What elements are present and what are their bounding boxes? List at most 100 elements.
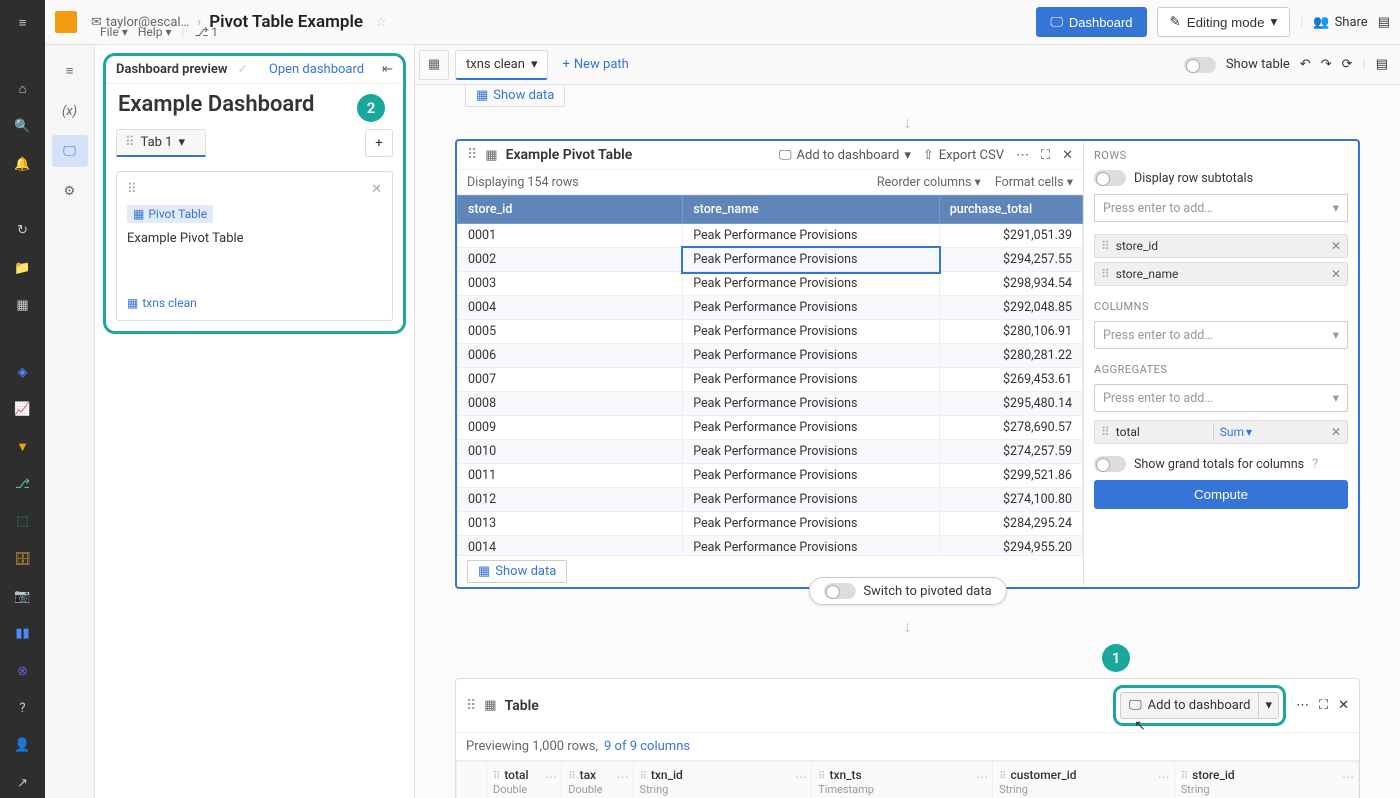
- table-row[interactable]: 0005Peak Performance Provisions$280,106.…: [458, 320, 1083, 344]
- panel-toggle-icon[interactable]: ▤: [1376, 57, 1388, 72]
- layout-icon[interactable]: ▦: [5, 291, 41, 320]
- star-icon[interactable]: ☆: [375, 15, 387, 30]
- columns-count-link[interactable]: 9 of 9 columns: [604, 739, 690, 754]
- table-row[interactable]: 0008Peak Performance Provisions$295,480.…: [458, 392, 1083, 416]
- widget-card[interactable]: ⠿ ✕ ▦Pivot Table Example Pivot Table ▦tx…: [116, 171, 393, 321]
- new-path-button[interactable]: +New path: [554, 53, 636, 76]
- share-button[interactable]: 👥Share: [1313, 15, 1367, 30]
- table-row[interactable]: 0001Peak Performance Provisions$291,051.…: [458, 224, 1083, 248]
- row-field-chip[interactable]: ⠿store_name✕: [1094, 262, 1348, 286]
- table-row[interactable]: 0006Peak Performance Provisions$280,281.…: [458, 344, 1083, 368]
- row-field-chip[interactable]: ⠿store_id✕: [1094, 234, 1348, 258]
- branch-icon[interactable]: ⎇: [5, 470, 41, 499]
- app-logo[interactable]: [55, 11, 77, 33]
- variable-icon[interactable]: (x): [52, 95, 88, 127]
- export-csv-link[interactable]: ⇧Export CSV: [923, 148, 1004, 163]
- remove-chip-icon[interactable]: ✕: [1331, 239, 1341, 253]
- widget-source[interactable]: ▦txns clean: [127, 296, 382, 310]
- camera-icon[interactable]: 📷: [5, 582, 41, 611]
- list-icon[interactable]: ≡: [52, 55, 88, 87]
- help-menu[interactable]: Help ▾: [138, 25, 172, 39]
- redo-icon[interactable]: ↷: [1321, 57, 1332, 72]
- chart-icon[interactable]: 📈: [5, 395, 41, 424]
- row-subtotals-toggle[interactable]: [1094, 170, 1126, 186]
- home-icon[interactable]: ⌂: [5, 75, 41, 104]
- file-menu[interactable]: File ▾: [100, 25, 128, 39]
- add-tab-button[interactable]: +: [365, 129, 393, 157]
- show-data-button[interactable]: ▦Show data: [467, 560, 567, 583]
- database-icon[interactable]: 🗄: [5, 544, 41, 573]
- editing-mode-button[interactable]: ✎Editing mode▾: [1157, 7, 1291, 37]
- preview-data-table[interactable]: ⠿totalDouble⋯⠿taxDouble⋯⠿txn_idString⋯⠿t…: [456, 761, 1359, 798]
- share-arrow-icon[interactable]: ↗: [5, 769, 41, 798]
- table-row[interactable]: 0002Peak Performance Provisions$294,257.…: [458, 248, 1083, 272]
- add-to-dashboard-dropdown[interactable]: ▾: [1259, 692, 1279, 719]
- tab-1[interactable]: ⠿ Tab 1 ▾: [116, 129, 206, 157]
- table-row[interactable]: 0009Peak Performance Provisions$278,690.…: [458, 416, 1083, 440]
- switch-pivoted-toggle-switch[interactable]: [823, 583, 855, 599]
- dashboard-view-icon[interactable]: 🖵: [52, 135, 88, 167]
- column-header[interactable]: store_name: [683, 196, 939, 224]
- table-row[interactable]: 0003Peak Performance Provisions$298,934.…: [458, 272, 1083, 296]
- drag-handle-icon[interactable]: ⠿: [466, 698, 476, 714]
- table-row[interactable]: 0010Peak Performance Provisions$274,257.…: [458, 440, 1083, 464]
- switch-pivoted-toggle[interactable]: Switch to pivoted data: [808, 577, 1006, 605]
- remove-chip-icon[interactable]: ✕: [1331, 425, 1341, 439]
- grand-totals-toggle[interactable]: [1094, 456, 1126, 472]
- rows-add-input[interactable]: Press enter to add…▾: [1094, 194, 1348, 222]
- more-icon[interactable]: ⋯: [1016, 148, 1029, 163]
- bell-icon[interactable]: 🔔: [5, 149, 41, 178]
- format-cells-link[interactable]: Format cells ▾: [995, 174, 1073, 190]
- remove-chip-icon[interactable]: ✕: [1331, 267, 1341, 281]
- table-row[interactable]: 0013Peak Performance Provisions$284,295.…: [458, 512, 1083, 536]
- column-header[interactable]: ⠿taxDouble⋯: [562, 762, 633, 798]
- help-icon[interactable]: ?: [1312, 457, 1318, 472]
- column-header[interactable]: purchase_total: [939, 196, 1082, 224]
- columns-add-input[interactable]: Press enter to add…▾: [1094, 321, 1348, 349]
- funnel-icon[interactable]: ▼: [5, 432, 41, 461]
- settings-icon[interactable]: ⚙: [52, 175, 88, 207]
- more-icon[interactable]: ⋯: [1296, 698, 1309, 713]
- aggregate-chip[interactable]: ⠿ total Sum ▾ ✕: [1094, 420, 1348, 444]
- expand-icon[interactable]: ⛶: [1041, 148, 1050, 163]
- help-icon[interactable]: ?: [5, 694, 41, 723]
- collapse-icon[interactable]: ⇤: [382, 62, 393, 77]
- column-header[interactable]: ⠿txn_tsTimestamp⋯: [812, 762, 993, 798]
- search-icon[interactable]: 🔍: [5, 112, 41, 141]
- table-row[interactable]: 0011Peak Performance Provisions$299,521.…: [458, 464, 1083, 488]
- pivot-data-table[interactable]: store_idstore_namepurchase_total 0001Pea…: [457, 195, 1083, 555]
- history-icon[interactable]: ↻: [5, 216, 41, 245]
- table-row[interactable]: 0004Peak Performance Provisions$292,048.…: [458, 296, 1083, 320]
- compute-button[interactable]: Compute: [1094, 480, 1348, 509]
- menu-icon[interactable]: ≡: [5, 8, 41, 37]
- reorder-columns-link[interactable]: Reorder columns ▾: [877, 174, 981, 190]
- column-header[interactable]: ⠿customer_idString⋯: [993, 762, 1175, 798]
- close-icon[interactable]: ✕: [371, 182, 382, 197]
- flow-tab-txns[interactable]: txns clean▾: [455, 50, 548, 80]
- table-icon-button[interactable]: ▦: [419, 50, 449, 80]
- aggregates-add-input[interactable]: Press enter to add…▾: [1094, 384, 1348, 412]
- code-icon[interactable]: ⊗: [5, 657, 41, 686]
- table-row[interactable]: 0012Peak Performance Provisions$274,100.…: [458, 488, 1083, 512]
- column-header[interactable]: store_id: [458, 196, 683, 224]
- avatar[interactable]: 👤: [5, 731, 41, 760]
- table-row[interactable]: 0014Peak Performance Provisions$294,955.…: [458, 536, 1083, 556]
- close-icon[interactable]: ✕: [1062, 148, 1073, 163]
- add-to-dashboard-link[interactable]: 🖵Add to dashboard ▾: [779, 148, 911, 163]
- add-to-dashboard-button[interactable]: 🖵Add to dashboard: [1120, 692, 1259, 719]
- branch-indicator[interactable]: ⎇1: [194, 25, 218, 39]
- refresh-icon[interactable]: ⟳: [1342, 57, 1353, 72]
- table-row[interactable]: 0007Peak Performance Provisions$269,453.…: [458, 368, 1083, 392]
- column-header[interactable]: ⠿txn_idString⋯: [633, 762, 812, 798]
- drag-handle-icon[interactable]: ⠿: [467, 147, 477, 163]
- dashboard-button[interactable]: 🖵Dashboard: [1036, 7, 1146, 37]
- column-header[interactable]: ⠿store_idString⋯: [1174, 762, 1358, 798]
- expand-icon[interactable]: ⛶: [1319, 698, 1328, 713]
- column-header[interactable]: ⠿totalDouble⋯: [487, 762, 562, 798]
- flow-icon[interactable]: ⬚: [5, 507, 41, 536]
- folder-icon[interactable]: 📁: [5, 253, 41, 282]
- show-data-button[interactable]: ▦Show data: [465, 85, 565, 107]
- panel-icon[interactable]: ▤: [1378, 15, 1390, 30]
- aggregate-function-select[interactable]: Sum ▾: [1213, 425, 1258, 439]
- open-dashboard-link[interactable]: Open dashboard: [269, 62, 364, 77]
